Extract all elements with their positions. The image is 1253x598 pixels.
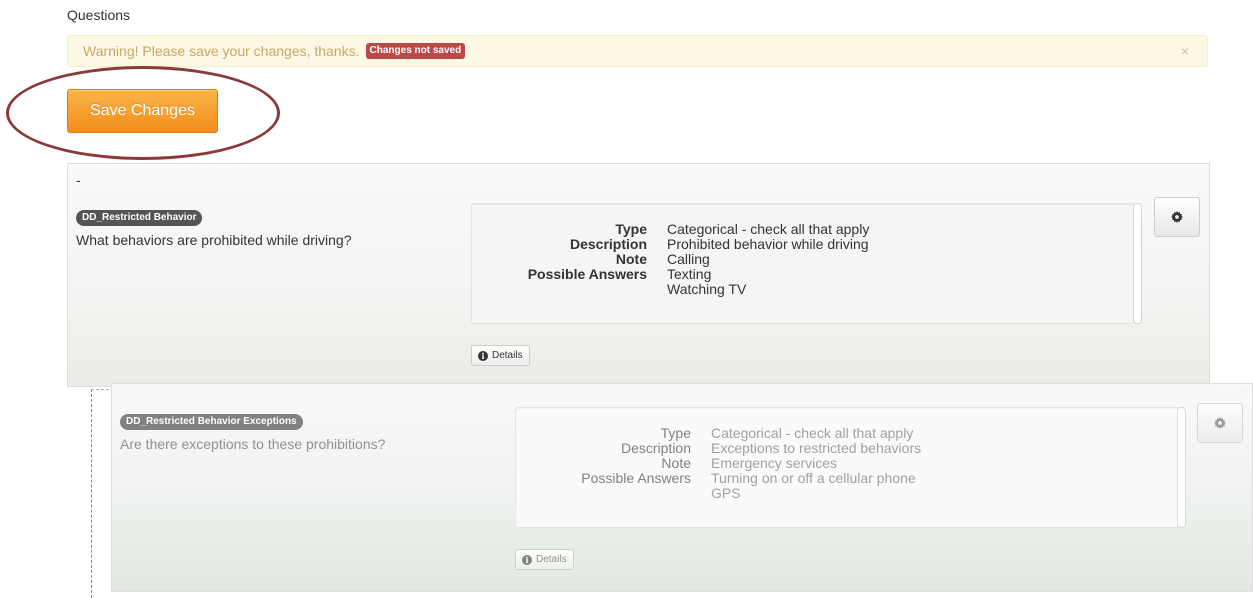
question-text: Are there exceptions to these prohibitio… (120, 436, 386, 452)
question-text: What behaviors are prohibited while driv… (76, 232, 352, 248)
type-label: Type (615, 221, 647, 237)
details-button[interactable]: i Details (471, 345, 530, 366)
details-button-label: Details (492, 350, 523, 361)
details-scrollbar[interactable] (1133, 203, 1142, 324)
question-details-box: Type Categorical - check all that apply … (515, 407, 1179, 528)
note-label: Note (661, 455, 691, 471)
gear-icon (1171, 211, 1183, 223)
possible-answer: Texting (667, 266, 712, 282)
note-value: Calling (667, 251, 710, 267)
description-label: Description (569, 236, 647, 252)
question-card: - DD_Restricted Behavior What behaviors … (67, 163, 1210, 387)
possible-answer: Turning on or off a cellular phone (711, 470, 916, 486)
description-label: Description (620, 440, 691, 456)
question-tag: DD_Restricted Behavior Exceptions (120, 414, 303, 430)
possible-answer: GPS (711, 485, 741, 501)
section-title: Questions (67, 7, 131, 23)
settings-button[interactable] (1197, 403, 1243, 443)
question-details-box: Type Categorical - check all that apply … (471, 203, 1135, 324)
type-value: Categorical - check all that apply (667, 221, 870, 237)
gear-icon (1214, 417, 1226, 429)
note-value: Emergency services (711, 455, 838, 471)
info-icon: i (522, 554, 532, 565)
changes-not-saved-badge: Changes not saved (365, 43, 466, 59)
details-scrollbar[interactable] (1177, 407, 1186, 528)
possible-answers-label: Possible Answers (581, 470, 691, 486)
save-changes-button[interactable]: Save Changes (67, 89, 218, 133)
warning-alert: Warning! Please save your changes, thank… (67, 35, 1208, 67)
question-prefix: - (76, 172, 81, 188)
questions-page: Questions Warning! Please save your chan… (0, 0, 1253, 598)
question-tag: DD_Restricted Behavior (76, 210, 203, 226)
details-list: Type Categorical - check all that apply … (516, 426, 921, 501)
possible-answers-label: Possible Answers (527, 266, 647, 282)
details-button[interactable]: i Details (515, 549, 574, 570)
warning-message: Warning! Please save your changes, thank… (83, 43, 360, 59)
note-label: Note (615, 251, 647, 267)
settings-button[interactable] (1154, 197, 1200, 237)
details-button-label: Details (536, 554, 567, 565)
info-icon: i (478, 350, 488, 361)
possible-answer: Watching TV (667, 281, 747, 297)
type-value: Categorical - check all that apply (711, 425, 914, 441)
details-list: Type Categorical - check all that apply … (472, 221, 870, 297)
description-value: Exceptions to restricted behaviors (711, 440, 922, 456)
question-card[interactable]: DD_Restricted Behavior Exceptions Are th… (111, 383, 1253, 592)
type-label: Type (660, 425, 691, 441)
close-icon[interactable]: × (1181, 43, 1189, 59)
description-value: Prohibited behavior while driving (667, 236, 869, 252)
